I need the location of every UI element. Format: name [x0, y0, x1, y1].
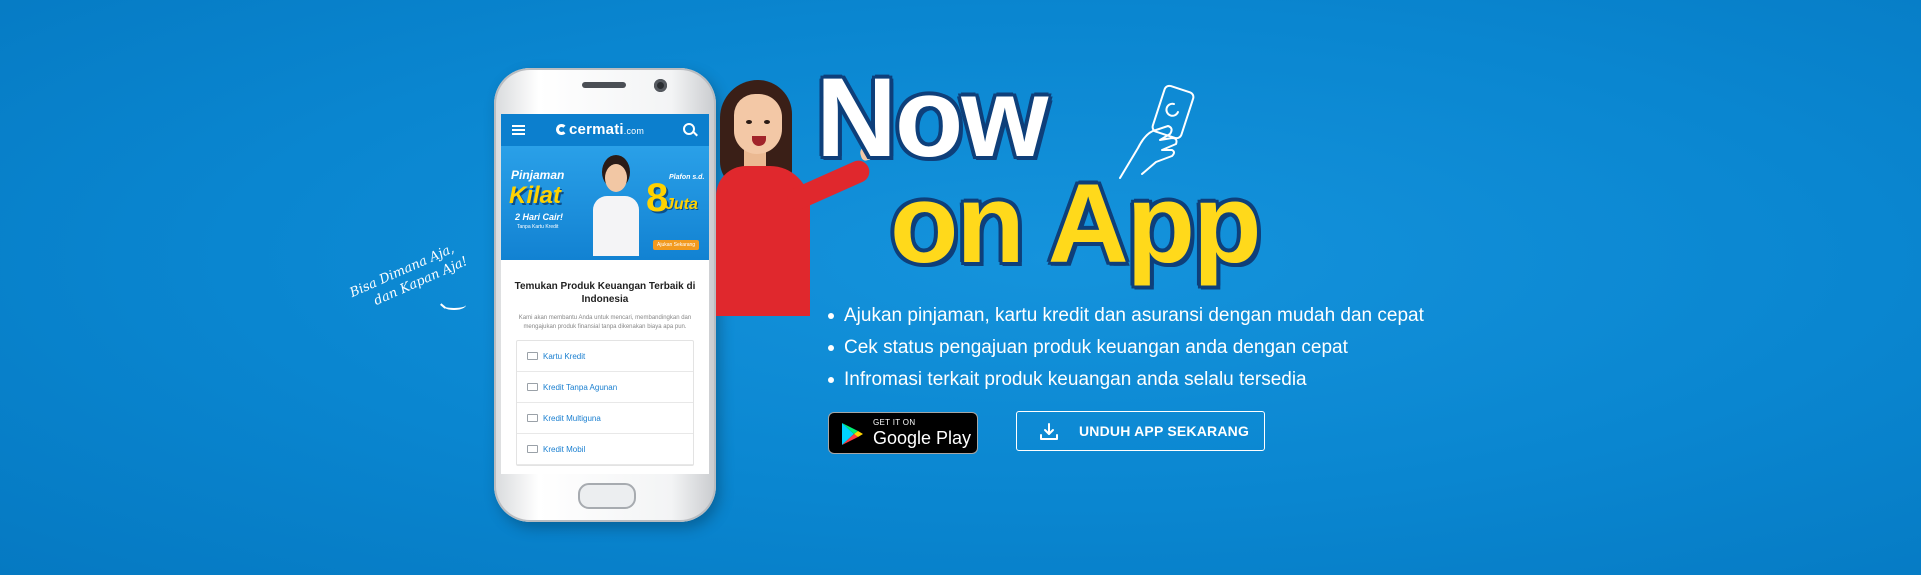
- phone-mockup: cermati.com Pinjaman Kilat 2 Hari Cair! …: [494, 68, 716, 522]
- product-item-kartu-kredit[interactable]: Kartu Kredit: [517, 341, 693, 372]
- download-icon: [1040, 423, 1058, 440]
- bullet-text: Ajukan pinjaman, kartu kredit dan asuran…: [844, 305, 1424, 326]
- product-item-kredit-tanpa-agunan[interactable]: Kredit Tanpa Agunan: [517, 372, 693, 403]
- download-app-label: UNDUH APP SEKARANG: [1079, 423, 1250, 439]
- phone-speaker: [582, 82, 626, 88]
- promo-line1: Pinjaman: [511, 168, 565, 182]
- app-logo-text: cermati: [569, 121, 624, 138]
- search-icon[interactable]: [683, 123, 695, 135]
- wallet-icon: [527, 383, 538, 391]
- cermati-logo-icon: [556, 124, 567, 135]
- bullet-dot: [828, 376, 834, 383]
- promo-line4: Tanpa Kartu Kredit: [517, 224, 559, 230]
- house-icon: [527, 414, 538, 422]
- woman-mouth: [752, 136, 766, 146]
- phone-camera: [654, 79, 667, 92]
- woman-face: [734, 94, 782, 154]
- hand-holding-phone-icon: [1119, 84, 1195, 179]
- app-promo-banner: cermati.com Pinjaman Kilat 2 Hari Cair! …: [0, 0, 1921, 575]
- promo-line3: 2 Hari Cair!: [515, 212, 564, 222]
- promo-banner[interactable]: Pinjaman Kilat 2 Hari Cair! Tanpa Kartu …: [501, 146, 709, 260]
- product-label: Kredit Tanpa Agunan: [543, 382, 618, 392]
- product-label: Kartu Kredit: [543, 351, 586, 361]
- headline-on-app: on App: [890, 161, 1261, 286]
- screen-title: Temukan Produk Keuangan Terbaik di Indon…: [514, 281, 696, 305]
- bullet-text: Infromasi terkait produk keuangan anda s…: [844, 369, 1307, 390]
- bullet-item: Cek status pengajuan produk keuangan and…: [828, 332, 1424, 364]
- promo-model-head: [605, 164, 627, 192]
- product-list: Kartu Kredit Kredit Tanpa Agunan Kredit …: [516, 340, 694, 466]
- download-app-button[interactable]: UNDUH APP SEKARANG: [1016, 411, 1265, 451]
- product-label: Kredit Multiguna: [543, 413, 601, 423]
- product-label: Kredit Mobil: [543, 444, 586, 454]
- promo-unit: Juta: [665, 196, 698, 213]
- google-play-icon: [842, 423, 863, 445]
- feature-bullets: Ajukan pinjaman, kartu kredit dan asuran…: [828, 300, 1424, 396]
- headline-now: Now: [816, 55, 1048, 180]
- promo-cta-button[interactable]: Ajukan Sekarang: [653, 240, 700, 250]
- app-header: cermati.com: [501, 114, 709, 146]
- car-icon: [527, 445, 538, 453]
- bullet-text: Cek status pengajuan produk keuangan and…: [844, 337, 1348, 358]
- screen-description: Kami akan membantu Anda untuk mencari, m…: [518, 315, 692, 330]
- bullet-item: Infromasi terkait produk keuangan anda s…: [828, 364, 1424, 396]
- product-item-kredit-multiguna[interactable]: Kredit Multiguna: [517, 403, 693, 434]
- promo-plafon: Plafon s.d.: [669, 174, 705, 181]
- curved-arrow-icon: [442, 300, 466, 310]
- bullet-item: Ajukan pinjaman, kartu kredit dan asuran…: [828, 300, 1424, 332]
- bullet-dot: [828, 312, 834, 319]
- credit-card-icon: [527, 352, 538, 360]
- app-logo-suffix: .com: [623, 126, 645, 136]
- bullet-dot: [828, 344, 834, 351]
- woman-eye-right: [764, 120, 770, 124]
- phone-screen: cermati.com Pinjaman Kilat 2 Hari Cair! …: [501, 114, 709, 474]
- google-play-large-text: Google Play: [873, 428, 972, 448]
- app-logo: cermati.com: [556, 121, 644, 138]
- promo-model-image: [583, 158, 647, 260]
- promo-line2: Kilat: [509, 182, 562, 209]
- menu-icon[interactable]: [512, 125, 525, 135]
- google-play-small-text: GET IT ON: [873, 418, 916, 427]
- product-item-kredit-mobil[interactable]: Kredit Mobil: [517, 434, 693, 465]
- promo-model-body: [593, 196, 639, 256]
- phone-home-button: [578, 483, 636, 509]
- google-play-badge[interactable]: GET IT ON Google Play: [828, 412, 978, 454]
- woman-eye-left: [746, 120, 752, 124]
